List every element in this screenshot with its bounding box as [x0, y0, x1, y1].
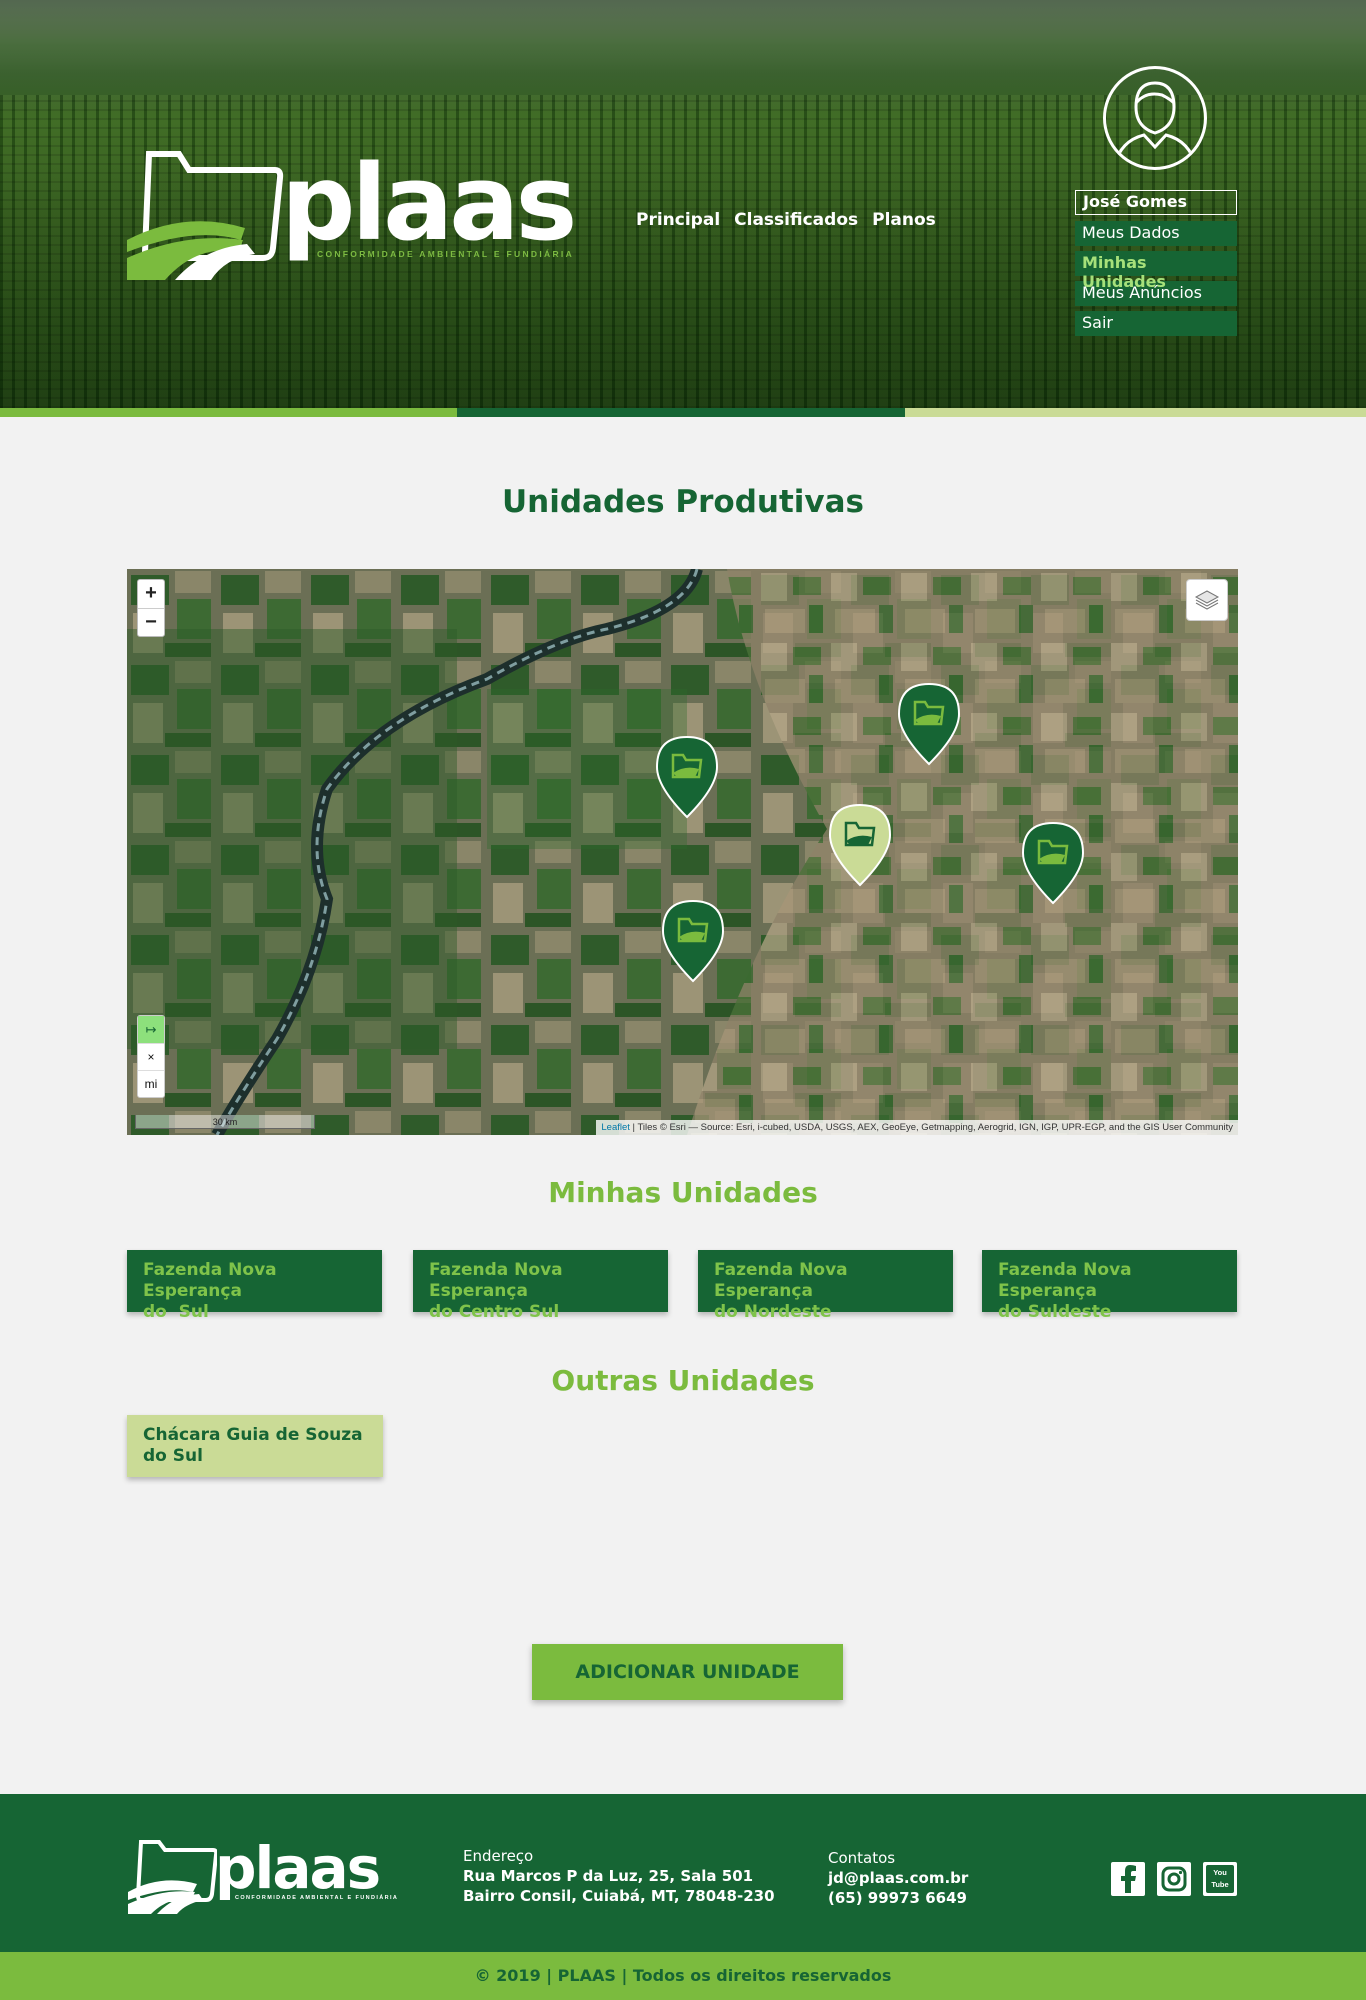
- header-stripe-pale: [905, 408, 1366, 417]
- leaflet-link[interactable]: Leaflet: [601, 1122, 630, 1133]
- header-stripe-light: [0, 408, 457, 417]
- unit-card-line2: do Sul: [143, 1302, 209, 1322]
- unit-card-line1: Fazenda Nova Esperança: [714, 1260, 848, 1301]
- main-nav: Principal Classificados Planos: [636, 210, 936, 230]
- user-avatar-icon: [1112, 81, 1198, 167]
- footer-folder-logo-icon: [128, 1840, 217, 1914]
- unit-card-line2: do Sul: [143, 1446, 203, 1466]
- footer-logo-wordmark: plaas: [215, 1834, 381, 1902]
- folder-field-logo-icon: [127, 151, 284, 280]
- map-scale: 30 km: [135, 1115, 315, 1129]
- other-units-title: Outras Unidades: [551, 1364, 815, 1397]
- units-map[interactable]: + − ↦ × mi 30 km Leaflet | Tiles © Esri …: [127, 569, 1238, 1135]
- menu-item-meus-anuncios[interactable]: Meus Anúncios: [1075, 281, 1237, 306]
- header-hero: plaas CONFORMIDADE AMBIENTAL E FUNDIÁRIA…: [0, 0, 1366, 408]
- unit-card[interactable]: Fazenda Nova Esperança do Sul: [127, 1250, 382, 1322]
- my-units-title: Minhas Unidades: [548, 1176, 818, 1209]
- unit-card-line2: do Nordeste: [714, 1302, 832, 1322]
- contacts-label: Contatos: [828, 1849, 896, 1867]
- map-marker[interactable]: [661, 899, 725, 983]
- unit-card-line1: Fazenda Nova Esperança: [429, 1260, 563, 1301]
- footer-address: Endereço Rua Marcos P da Luz, 25, Sala 5…: [463, 1846, 775, 1906]
- unit-card-line2: do Suldeste: [998, 1302, 1112, 1322]
- instagram-icon: [1161, 1866, 1187, 1892]
- youtube-icon: You Tube: [1206, 1865, 1234, 1893]
- add-unit-button[interactable]: ADICIONAR UNIDADE: [532, 1644, 843, 1700]
- plaas-logo[interactable]: plaas CONFORMIDADE AMBIENTAL E FUNDIÁRIA: [125, 142, 577, 288]
- map-marker[interactable]: [897, 682, 961, 766]
- unit-card-line1: Fazenda Nova Esperança: [998, 1260, 1132, 1301]
- layers-button[interactable]: [1186, 579, 1228, 621]
- facebook-icon: [1121, 1865, 1136, 1893]
- zoom-out-button[interactable]: −: [138, 608, 164, 636]
- contact-phone[interactable]: (65) 99973 6649: [828, 1888, 968, 1908]
- other-unit-card[interactable]: Chácara Guia de Souza do Sul: [127, 1415, 383, 1477]
- address-line1: Rua Marcos P da Luz, 25, Sala 501: [463, 1867, 754, 1885]
- menu-item-meus-dados[interactable]: Meus Dados: [1075, 221, 1237, 246]
- facebook-link[interactable]: [1111, 1862, 1145, 1896]
- measure-toggle-button[interactable]: ↦: [138, 1016, 164, 1043]
- unit-card-line2: do Centro Sul: [429, 1302, 560, 1322]
- layers-icon: [1194, 590, 1220, 610]
- unit-card[interactable]: Fazenda Nova Esperança do Centro Sul: [413, 1250, 668, 1322]
- user-menu: José Gomes Meus Dados Minhas Unidades Me…: [1075, 190, 1237, 341]
- user-name[interactable]: José Gomes: [1075, 190, 1237, 215]
- unit-card-line1: Chácara Guia de Souza: [143, 1425, 363, 1445]
- logo-wordmark: plaas: [281, 142, 577, 264]
- measure-unit-button[interactable]: mi: [138, 1070, 164, 1097]
- footer: plaas CONFORMIDADE AMBIENTAL E FUNDIÁRIA…: [0, 1794, 1366, 1952]
- page-title: Unidades Produtivas: [501, 484, 865, 520]
- nav-link-planos[interactable]: Planos: [872, 210, 936, 230]
- measure-clear-button[interactable]: ×: [138, 1043, 164, 1070]
- map-marker-other[interactable]: [828, 803, 892, 887]
- unit-card[interactable]: Fazenda Nova Esperança do Nordeste: [698, 1250, 953, 1322]
- nav-link-classificados[interactable]: Classificados: [734, 210, 858, 230]
- measure-control: ↦ × mi: [137, 1015, 165, 1098]
- address-label: Endereço: [463, 1847, 534, 1865]
- nav-link-principal[interactable]: Principal: [636, 210, 720, 230]
- logo-tagline: CONFORMIDADE AMBIENTAL E FUNDIÁRIA: [317, 249, 575, 259]
- instagram-link[interactable]: [1157, 1862, 1191, 1896]
- attribution-text: | Tiles © Esri — Source: Esri, i-cubed, …: [629, 1122, 1233, 1133]
- unit-card[interactable]: Fazenda Nova Esperança do Suldeste: [982, 1250, 1237, 1322]
- footer-logo-tagline: CONFORMIDADE AMBIENTAL E FUNDIÁRIA: [235, 1895, 399, 1901]
- footer-contacts: Contatos jd@plaas.com.br (65) 99973 6649: [828, 1848, 968, 1908]
- footer-logo[interactable]: plaas CONFORMIDADE AMBIENTAL E FUNDIÁRIA: [127, 1834, 397, 1918]
- menu-item-sair[interactable]: Sair: [1075, 311, 1237, 336]
- contact-email[interactable]: jd@plaas.com.br: [828, 1868, 968, 1888]
- address-line2: Bairro Consil, Cuiabá, MT, 78048-230: [463, 1887, 775, 1905]
- user-avatar[interactable]: [1103, 66, 1207, 170]
- unit-card-line1: Fazenda Nova Esperança: [143, 1260, 277, 1301]
- header-stripe-dark: [457, 408, 905, 417]
- map-marker[interactable]: [655, 735, 719, 819]
- map-attribution: Leaflet | Tiles © Esri — Source: Esri, i…: [596, 1120, 1238, 1135]
- zoom-in-button[interactable]: +: [138, 580, 164, 608]
- zoom-control: + −: [137, 579, 165, 637]
- youtube-link[interactable]: You Tube: [1203, 1862, 1237, 1896]
- copyright-bar: © 2019 | PLAAS | Todos os direitos reser…: [0, 1952, 1366, 2000]
- menu-item-minhas-unidades[interactable]: Minhas Unidades: [1075, 251, 1237, 291]
- map-marker[interactable]: [1021, 821, 1085, 905]
